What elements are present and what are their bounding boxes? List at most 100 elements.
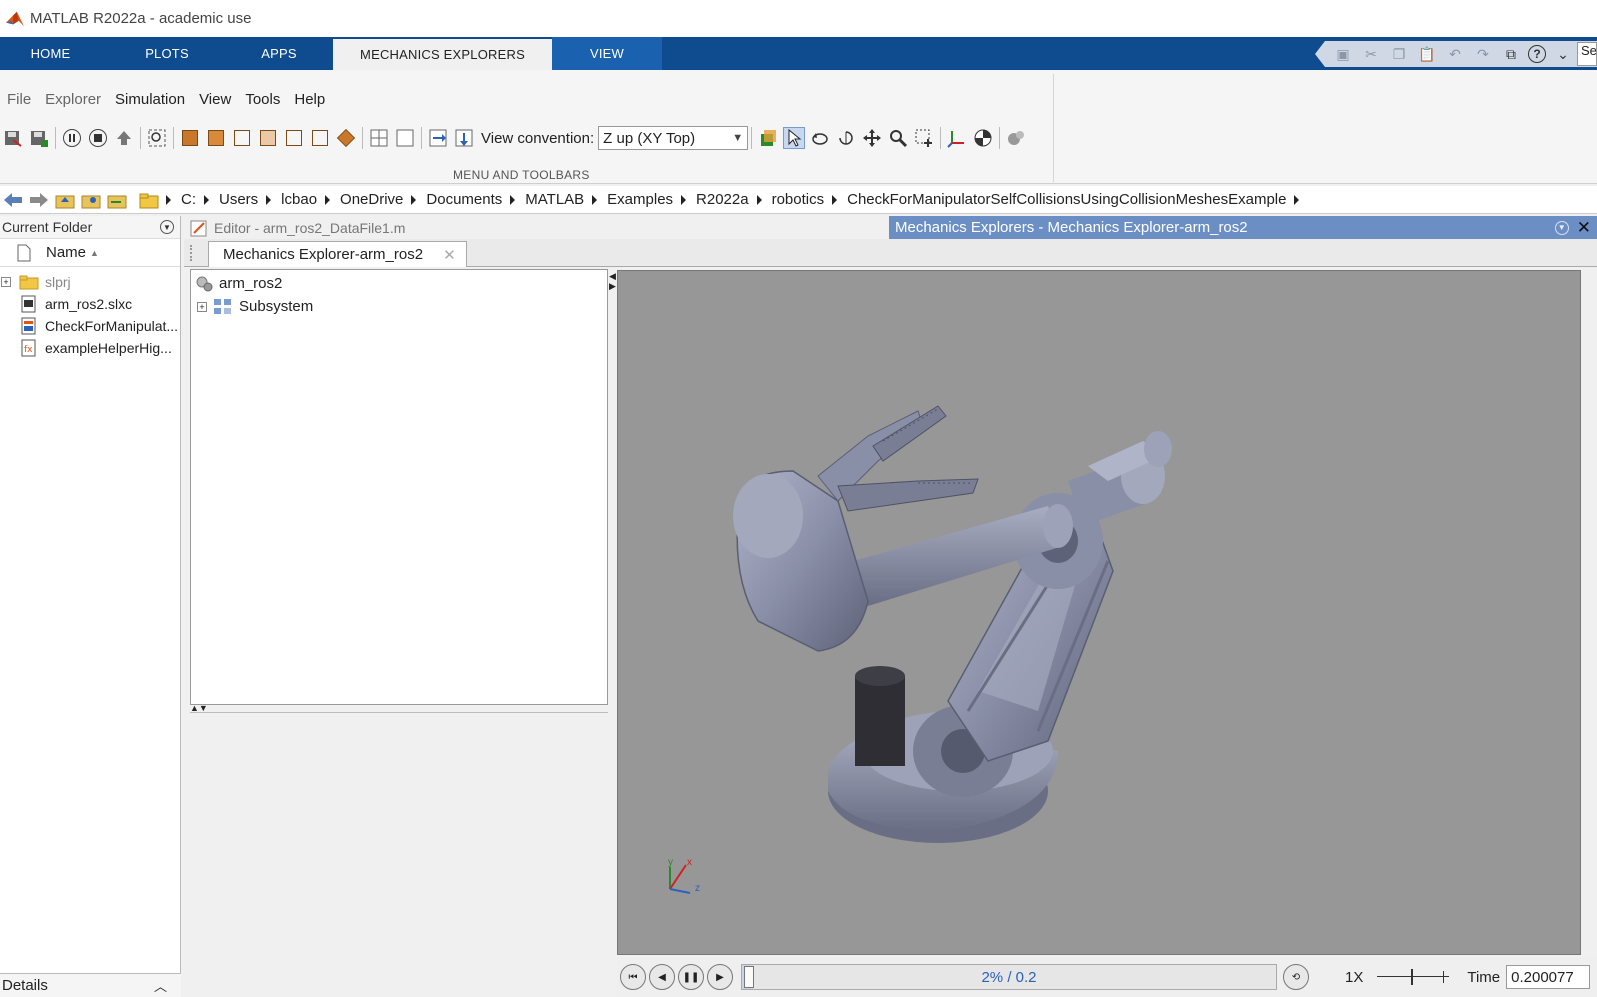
playback-progress-slider[interactable]: 2% / 0.2 (741, 964, 1277, 990)
menu-view[interactable]: View (192, 91, 238, 108)
list-item[interactable]: + slprj (0, 271, 180, 293)
editor-title: Editor - arm_ros2_DataFile1.m (214, 219, 406, 236)
back-view-icon[interactable] (205, 127, 227, 149)
box-zoom-icon[interactable] (913, 127, 935, 149)
cut-icon[interactable]: ✂ (1360, 43, 1382, 65)
list-item[interactable]: CheckForManipulat... (0, 315, 180, 337)
stop-icon[interactable] (87, 127, 109, 149)
up-folder-icon[interactable] (54, 189, 76, 211)
tab-apps[interactable]: APPS (230, 37, 328, 70)
breadcrumb-item[interactable]: CheckForManipulatorSelfCollisionsUsingCo… (843, 191, 1290, 208)
split-vertical-icon[interactable] (453, 127, 475, 149)
properties-pane (190, 712, 608, 997)
dropdown-icon[interactable]: ⌄ (1552, 43, 1574, 65)
breadcrumb-separator (166, 194, 171, 205)
menu-tools[interactable]: Tools (238, 91, 287, 108)
expand-icon[interactable]: + (1, 277, 11, 287)
collapse-splitter-icon[interactable]: ◀ ▶ (609, 271, 616, 291)
help-icon[interactable]: ? (1528, 45, 1546, 63)
breadcrumb-item[interactable]: Users (215, 191, 262, 208)
panel-menu-icon[interactable]: ▼ (160, 220, 174, 234)
close-icon[interactable]: ✕ (443, 246, 456, 264)
back-icon[interactable] (2, 189, 24, 211)
column-header-name[interactable]: Name ▲ (0, 239, 180, 267)
drag-handle[interactable] (190, 245, 193, 261)
axis-label-z: z (695, 883, 700, 894)
shading-icon[interactable] (1005, 127, 1027, 149)
3d-viewport[interactable]: y x z (617, 270, 1581, 955)
split-horizontal-icon[interactable] (427, 127, 449, 149)
mechanics-explorer-header[interactable]: Mechanics Explorers - Mechanics Explorer… (889, 216, 1597, 239)
select-pointer-icon[interactable] (783, 127, 806, 149)
undo-icon[interactable]: ↶ (1444, 43, 1466, 65)
rewind-to-start-button[interactable]: ⏮ (620, 964, 646, 990)
zoom-icon[interactable] (887, 127, 909, 149)
render-settings-icon[interactable] (757, 127, 779, 149)
speed-thumb[interactable] (1411, 969, 1414, 985)
isometric-view-icon[interactable] (335, 127, 357, 149)
redo-icon[interactable]: ↷ (1472, 43, 1494, 65)
pause-button[interactable]: ❚❚ (678, 964, 704, 990)
step-forward-button[interactable]: ▶ (707, 964, 733, 990)
details-panel[interactable]: Details ︿ (0, 973, 181, 997)
front-view-icon[interactable] (179, 127, 201, 149)
details-label: Details (2, 977, 48, 994)
playback-speed-slider[interactable] (1377, 967, 1450, 987)
menu-explorer[interactable]: Explorer (38, 91, 108, 108)
paste-icon[interactable]: 📋 (1416, 43, 1438, 65)
center-of-mass-icon[interactable] (972, 127, 994, 149)
breadcrumb-item[interactable]: Documents (422, 191, 506, 208)
four-view-icon[interactable] (368, 127, 390, 149)
tab-mechanics-explorer-arm-ros2[interactable]: Mechanics Explorer-arm_ros2 ✕ (208, 241, 467, 267)
pause-icon[interactable] (61, 127, 83, 149)
tree-item-root[interactable]: arm_ros2 (191, 272, 607, 295)
loop-playback-button[interactable]: ⟲ (1283, 964, 1309, 990)
list-item[interactable]: arm_ros2.slxc (0, 293, 180, 315)
expand-icon[interactable]: + (197, 301, 207, 312)
roll-icon[interactable] (835, 127, 857, 149)
right-view-icon[interactable] (257, 127, 279, 149)
menu-simulation[interactable]: Simulation (108, 91, 192, 108)
left-view-icon[interactable] (231, 127, 253, 149)
rotate-icon[interactable] (809, 127, 831, 149)
breadcrumb-item[interactable]: Examples (603, 191, 677, 208)
forward-icon[interactable] (28, 189, 50, 211)
step-icon[interactable] (113, 127, 135, 149)
model-icon (196, 276, 213, 291)
find-folder-icon[interactable] (106, 189, 128, 211)
tab-mechanics-explorers[interactable]: MECHANICS EXPLORERS (333, 37, 552, 70)
menu-help[interactable]: Help (287, 91, 332, 108)
top-view-icon[interactable] (283, 127, 305, 149)
menu-file[interactable]: File (0, 91, 38, 108)
breadcrumb-item[interactable]: OneDrive (336, 191, 407, 208)
save-model-icon[interactable] (2, 127, 24, 149)
fit-to-view-icon[interactable] (146, 127, 168, 149)
pan-icon[interactable] (861, 127, 883, 149)
copy-icon[interactable]: ❐ (1388, 43, 1410, 65)
editor-header[interactable]: Editor - arm_ros2_DataFile1.m (184, 216, 889, 239)
time-input[interactable]: 0.200077 (1506, 965, 1591, 989)
bottom-view-icon[interactable] (309, 127, 331, 149)
switch-windows-icon[interactable]: ⧉ (1500, 43, 1522, 65)
chevron-up-icon[interactable]: ︿ (154, 976, 167, 995)
tab-view[interactable]: VIEW (552, 37, 662, 70)
list-item[interactable]: fx exampleHelperHig... (0, 337, 180, 359)
step-back-button[interactable]: ◀ (649, 964, 675, 990)
breadcrumb-item[interactable]: R2022a (692, 191, 753, 208)
close-icon[interactable]: ✕ (1577, 218, 1591, 238)
panel-menu-icon[interactable]: ▼ (1554, 220, 1569, 235)
tab-home[interactable]: HOME (0, 37, 101, 70)
browse-folder-icon[interactable] (80, 189, 102, 211)
save-icon[interactable]: ▣ (1332, 43, 1354, 65)
save-as-icon[interactable] (28, 127, 50, 149)
tab-plots[interactable]: PLOTS (118, 37, 216, 70)
tree-item-subsystem[interactable]: + Subsystem (191, 295, 607, 318)
frames-icon[interactable] (946, 127, 968, 149)
search-documentation-input[interactable]: Se (1577, 42, 1597, 66)
breadcrumb-item[interactable]: lcbao (277, 191, 321, 208)
breadcrumb-item[interactable]: MATLAB (521, 191, 588, 208)
view-convention-select[interactable]: Z up (XY Top) ▼ (598, 126, 749, 150)
breadcrumb-item[interactable]: robotics (768, 191, 829, 208)
breadcrumb-item[interactable]: C: (177, 191, 200, 208)
single-view-icon[interactable] (394, 127, 416, 149)
